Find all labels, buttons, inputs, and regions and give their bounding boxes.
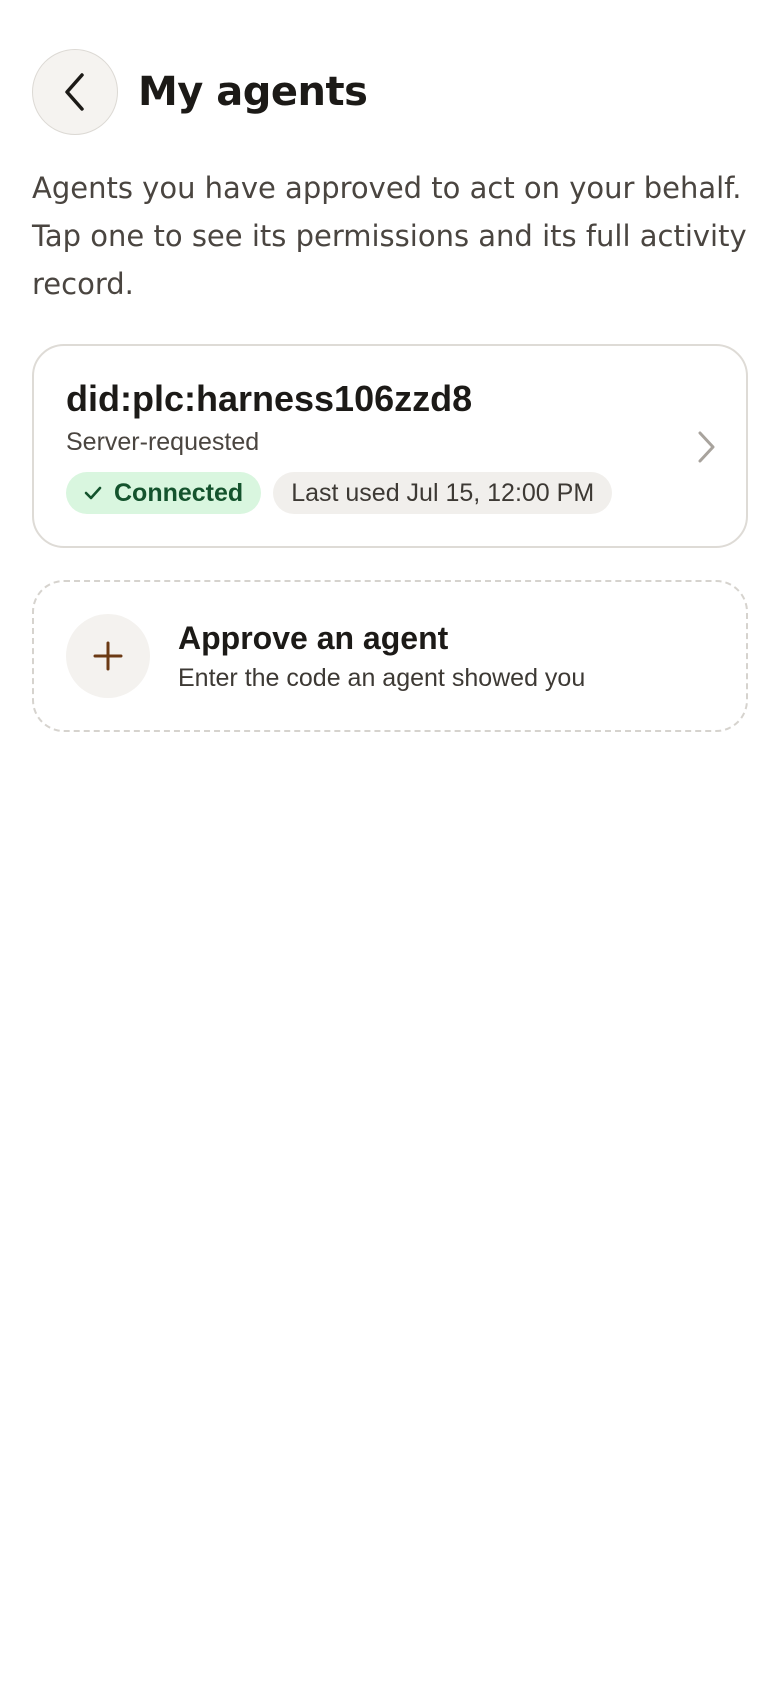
back-button[interactable]: [32, 49, 118, 135]
last-used-label: Last used Jul 15, 12:00 PM: [291, 478, 595, 507]
agent-source: Server-requested: [66, 428, 260, 456]
agent-name: did:plc:harness106zzd8: [66, 378, 473, 419]
agent-badges: Connected Last used Jul 15, 12:00 PM: [66, 472, 613, 514]
approve-subtitle: Enter the code an agent showed you: [178, 664, 586, 692]
plus-icon: [93, 641, 123, 671]
check-icon: [84, 486, 102, 500]
page-title: My agents: [138, 69, 368, 115]
page-header: My agents: [32, 48, 368, 136]
plus-circle: [66, 614, 150, 698]
chevron-right-icon: [698, 431, 715, 463]
agent-card[interactable]: did:plc:harness106zzd8 Server-requested …: [32, 344, 748, 548]
approve-title: Approve an agent: [178, 620, 449, 656]
intro-text: Agents you have approved to act on your …: [32, 171, 747, 301]
chevron-left-icon: [65, 73, 84, 111]
status-label: Connected: [114, 478, 244, 507]
last-used-badge: Last used Jul 15, 12:00 PM: [273, 472, 613, 514]
status-badge: Connected: [66, 472, 262, 514]
approve-agent-button[interactable]: Approve an agent Enter the code an agent…: [32, 580, 748, 732]
